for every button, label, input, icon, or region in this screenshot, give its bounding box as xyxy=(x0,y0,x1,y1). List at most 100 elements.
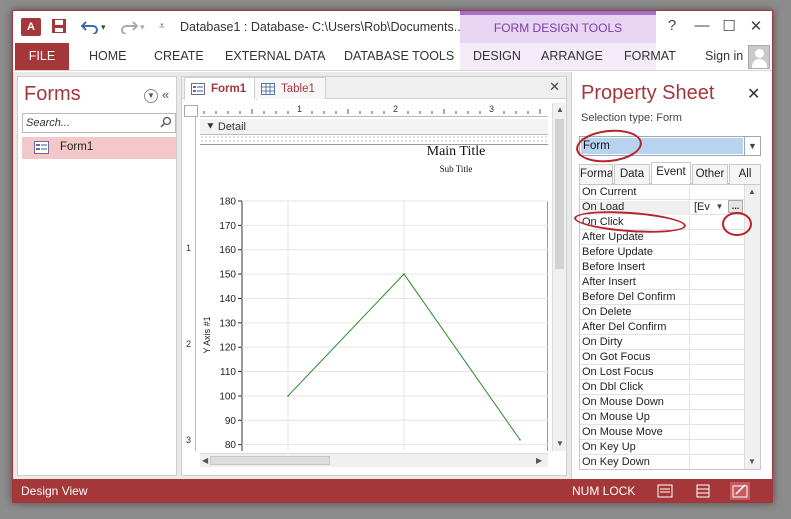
property-row-label: On Mouse Down xyxy=(582,396,690,410)
property-value-field[interactable] xyxy=(692,245,744,260)
tab-create[interactable]: CREATE xyxy=(154,43,204,70)
redo-icon[interactable] xyxy=(120,18,139,37)
redo-dropdown-icon[interactable]: ▾ xyxy=(140,22,145,33)
scroll-thumb[interactable] xyxy=(210,456,330,465)
property-value-field[interactable] xyxy=(692,335,744,350)
search-icon[interactable] xyxy=(160,116,172,128)
property-value-field[interactable] xyxy=(692,455,744,469)
undo-dropdown-icon[interactable]: ▾ xyxy=(101,22,106,33)
property-value-field[interactable] xyxy=(692,305,744,320)
detail-section-bar[interactable]: ⯆ Detail xyxy=(200,119,548,135)
tab-all-props[interactable]: All xyxy=(729,164,761,184)
property-row[interactable]: After Update xyxy=(580,230,744,245)
tab-other-props[interactable]: Other xyxy=(692,164,728,184)
save-icon[interactable] xyxy=(51,18,67,37)
property-row[interactable]: On Delete xyxy=(580,305,744,320)
property-value-field[interactable] xyxy=(692,320,744,335)
tab-data-props[interactable]: Data xyxy=(614,164,650,184)
document-vertical-scrollbar[interactable]: ▲ ▼ xyxy=(552,103,566,451)
property-value-field[interactable] xyxy=(692,410,744,425)
nav-pane-title[interactable]: Forms xyxy=(24,83,81,106)
chevron-down-icon[interactable]: ▼ xyxy=(744,137,760,155)
property-value-field[interactable] xyxy=(692,380,744,395)
property-value-field[interactable] xyxy=(692,185,744,200)
property-value-field[interactable] xyxy=(692,440,744,455)
build-button[interactable]: ... xyxy=(728,200,743,213)
tab-format-props[interactable]: Format xyxy=(579,164,613,184)
property-row[interactable]: On Mouse Move xyxy=(580,425,744,440)
nav-item-form1[interactable]: Form1 xyxy=(22,137,176,159)
property-value-field[interactable] xyxy=(692,230,744,245)
property-row[interactable]: On Got Focus xyxy=(580,350,744,365)
property-grid-scrollbar[interactable]: ▲ ▼ xyxy=(744,185,760,469)
object-selector[interactable]: Form ▼ xyxy=(579,136,761,156)
property-row[interactable]: Before Del Confirm xyxy=(580,290,744,305)
scroll-left-icon[interactable]: ◀ xyxy=(202,456,208,465)
tab-home[interactable]: HOME xyxy=(89,43,127,70)
property-value-field[interactable] xyxy=(692,350,744,365)
property-value-field[interactable]: [Ev ▼... xyxy=(692,200,744,215)
tab-arrange[interactable]: ARRANGE xyxy=(541,43,603,70)
property-row[interactable]: Before Update xyxy=(580,245,744,260)
property-row[interactable]: On Current xyxy=(580,185,744,200)
form-view-icon[interactable] xyxy=(655,482,675,500)
design-view-icon[interactable] xyxy=(730,482,750,500)
property-row[interactable]: On Dbl Click xyxy=(580,380,744,395)
tab-event-props[interactable]: Event xyxy=(651,162,691,185)
property-row[interactable]: On Key Down xyxy=(580,455,744,469)
sign-in-link[interactable]: Sign in xyxy=(705,43,743,70)
shutter-bar-close-icon[interactable]: « xyxy=(162,87,169,102)
tab-external-data[interactable]: EXTERNAL DATA xyxy=(225,43,325,70)
scroll-down-icon[interactable]: ▼ xyxy=(748,457,756,466)
property-row[interactable]: Before Insert xyxy=(580,260,744,275)
minimize-button[interactable]: — xyxy=(689,17,715,34)
maximize-button[interactable]: ☐ xyxy=(716,17,742,35)
help-button[interactable]: ? xyxy=(659,17,685,34)
nav-search-input[interactable]: Search... xyxy=(22,113,176,133)
scroll-up-icon[interactable]: ▲ xyxy=(748,187,756,196)
property-value-field[interactable] xyxy=(692,395,744,410)
property-value-field[interactable] xyxy=(692,290,744,305)
property-value-field[interactable] xyxy=(692,260,744,275)
property-row[interactable]: On Lost Focus xyxy=(580,365,744,380)
tab-form1[interactable]: Form1 xyxy=(184,77,258,100)
property-row[interactable]: After Del Confirm xyxy=(580,320,744,335)
property-value-field[interactable] xyxy=(692,275,744,290)
tab-table1[interactable]: Table1 xyxy=(254,77,326,99)
property-row[interactable]: On Mouse Up xyxy=(580,410,744,425)
scroll-up-icon[interactable]: ▲ xyxy=(556,105,564,114)
tab-database-tools[interactable]: DATABASE TOOLS xyxy=(344,43,454,70)
document-horizontal-scrollbar[interactable]: ◀ ▶ xyxy=(200,453,548,467)
layout-view-icon[interactable] xyxy=(693,482,713,500)
chevron-down-icon[interactable]: ▼ xyxy=(713,201,726,213)
close-property-sheet-icon[interactable]: ✕ xyxy=(747,84,760,104)
property-value-field[interactable] xyxy=(692,425,744,440)
close-window-button[interactable]: ✕ xyxy=(743,17,769,35)
tab-format[interactable]: FORMAT xyxy=(624,43,676,70)
property-row[interactable]: On Click xyxy=(580,215,744,230)
property-row[interactable]: On Load [Ev ▼... xyxy=(580,200,744,215)
property-row[interactable]: On Mouse Down xyxy=(580,395,744,410)
form-selector[interactable] xyxy=(184,105,198,117)
scroll-thumb[interactable] xyxy=(555,119,564,269)
property-value-field[interactable] xyxy=(692,365,744,380)
scroll-right-icon[interactable]: ▶ xyxy=(536,456,542,465)
undo-icon[interactable] xyxy=(80,18,99,37)
window-title: Database1 : Database- C:\Users\Rob\Docum… xyxy=(180,20,468,34)
nav-pane-menu-icon[interactable]: ▼ xyxy=(144,89,158,103)
access-app-icon[interactable]: A xyxy=(21,18,41,36)
chart-control[interactable]: 180170160150140130120110100908070Main Ti… xyxy=(200,135,548,451)
property-row-label: On Dbl Click xyxy=(582,381,690,395)
property-row[interactable]: On Key Up xyxy=(580,440,744,455)
document-area: Form1 Table1 ✕ 1 2 3 1 2 3 ⯆ Detail 180 … xyxy=(181,76,567,476)
avatar[interactable] xyxy=(748,45,770,69)
customize-qat-icon[interactable]: ⩡ xyxy=(159,21,165,32)
form-design-canvas[interactable]: 180170160150140130120110100908070Main Ti… xyxy=(200,135,548,451)
scroll-down-icon[interactable]: ▼ xyxy=(556,439,564,448)
property-row[interactable]: On Dirty xyxy=(580,335,744,350)
property-row[interactable]: After Insert xyxy=(580,275,744,290)
tab-file[interactable]: FILE xyxy=(15,43,69,70)
close-document-icon[interactable]: ✕ xyxy=(549,79,560,95)
tab-design[interactable]: DESIGN xyxy=(473,43,521,70)
property-value-field[interactable] xyxy=(692,215,744,230)
